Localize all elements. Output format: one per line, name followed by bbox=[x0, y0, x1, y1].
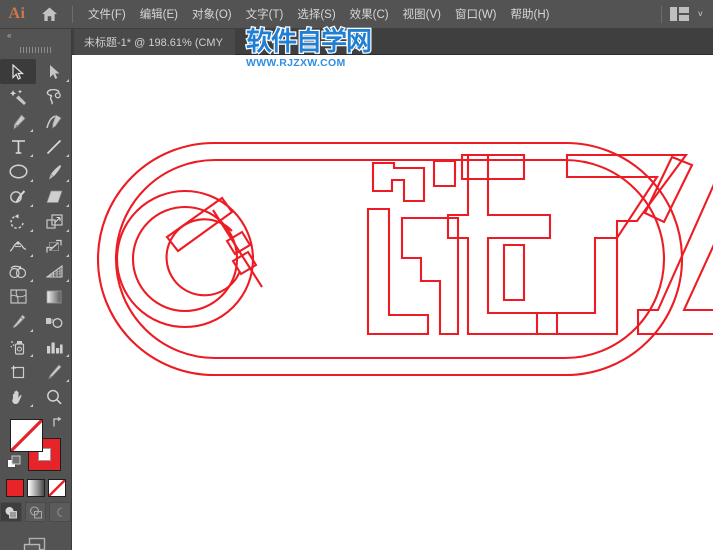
line-segment-tool[interactable] bbox=[36, 134, 72, 159]
selection-tool[interactable] bbox=[0, 59, 36, 84]
fill-stroke-controls bbox=[0, 415, 71, 477]
draw-normal-mode[interactable] bbox=[0, 502, 22, 522]
paintbrush-tool[interactable] bbox=[36, 159, 72, 184]
panel-grip[interactable] bbox=[0, 43, 71, 56]
shape-builder-tool[interactable] bbox=[0, 259, 36, 284]
app-logo: Ai bbox=[0, 5, 34, 23]
shaper-tool[interactable] bbox=[0, 184, 36, 209]
menu-edit[interactable]: 编辑(E) bbox=[133, 2, 185, 26]
menu-item-list: 文件(F) 编辑(E) 对象(O) 文字(T) 选择(S) 效果(C) 视图(V… bbox=[81, 2, 556, 26]
pen-tool[interactable] bbox=[0, 109, 36, 134]
rotate-tool[interactable] bbox=[0, 209, 36, 234]
ellipse-tool[interactable] bbox=[0, 159, 36, 184]
color-mode-row bbox=[0, 479, 71, 497]
chevron-down-icon[interactable]: ˅ bbox=[698, 9, 703, 19]
menu-select[interactable]: 选择(S) bbox=[290, 2, 342, 26]
swap-fill-stroke-icon[interactable] bbox=[52, 416, 65, 431]
draw-mode-row bbox=[0, 502, 71, 522]
home-icon[interactable] bbox=[34, 0, 64, 29]
lasso-tool[interactable] bbox=[36, 84, 72, 109]
scale-tool[interactable] bbox=[36, 209, 72, 234]
menu-help[interactable]: 帮助(H) bbox=[504, 2, 557, 26]
artboard-tool[interactable] bbox=[0, 359, 36, 384]
tool-grid bbox=[0, 56, 71, 409]
gradient-swatch[interactable] bbox=[27, 479, 45, 497]
eraser-tool[interactable] bbox=[36, 184, 72, 209]
menu-bar: Ai 文件(F) 编辑(E) 对象(O) 文字(T) 选择(S) 效果(C) 视… bbox=[0, 0, 713, 29]
curvature-tool[interactable] bbox=[36, 109, 72, 134]
workspace-icon[interactable] bbox=[670, 7, 689, 21]
illustrator-window: Ai 文件(F) 编辑(E) 对象(O) 文字(T) 选择(S) 效果(C) 视… bbox=[0, 0, 713, 550]
width-tool[interactable] bbox=[0, 234, 36, 259]
draw-inside-mode[interactable] bbox=[49, 502, 71, 522]
column-graph-tool[interactable] bbox=[36, 334, 72, 359]
default-fill-stroke-icon[interactable] bbox=[7, 455, 21, 474]
gradient-tool[interactable] bbox=[36, 284, 72, 309]
menu-divider-left bbox=[72, 6, 73, 23]
symbol-sprayer-tool[interactable] bbox=[0, 334, 36, 359]
magic-wand-tool[interactable] bbox=[0, 84, 36, 109]
perspective-grid-tool[interactable] bbox=[36, 259, 72, 284]
tools-panel: « bbox=[0, 29, 72, 550]
collapse-panel-button[interactable]: « bbox=[0, 29, 71, 43]
document-tab-bar: 未标题-1* @ 198.61% (CMY bbox=[72, 29, 713, 55]
color-swatch[interactable] bbox=[6, 479, 24, 497]
change-screen-mode[interactable] bbox=[0, 536, 71, 550]
none-swatch[interactable] bbox=[48, 479, 66, 497]
menu-file[interactable]: 文件(F) bbox=[81, 2, 133, 26]
menu-bar-right: ˅ bbox=[653, 6, 713, 23]
zoom-tool[interactable] bbox=[36, 384, 72, 409]
hand-tool[interactable] bbox=[0, 384, 36, 409]
menu-effect[interactable]: 效果(C) bbox=[343, 2, 396, 26]
draw-behind-mode[interactable] bbox=[25, 502, 47, 522]
fill-swatch[interactable] bbox=[10, 419, 43, 452]
canvas-area[interactable] bbox=[72, 55, 713, 550]
menu-view[interactable]: 视图(V) bbox=[396, 2, 448, 26]
slice-tool[interactable] bbox=[36, 359, 72, 384]
mesh-tool[interactable] bbox=[0, 284, 36, 309]
document-tab[interactable]: 未标题-1* @ 198.61% (CMY bbox=[74, 29, 235, 55]
direct-selection-tool[interactable] bbox=[36, 59, 72, 84]
type-tool[interactable] bbox=[0, 134, 36, 159]
blend-tool[interactable] bbox=[36, 309, 72, 334]
menu-divider-right bbox=[661, 6, 662, 23]
menu-type[interactable]: 文字(T) bbox=[239, 2, 291, 26]
artwork-eleme-logo[interactable] bbox=[72, 55, 713, 550]
eyedropper-tool[interactable] bbox=[0, 309, 36, 334]
menu-object[interactable]: 对象(O) bbox=[185, 2, 239, 26]
free-transform-tool[interactable] bbox=[36, 234, 72, 259]
menu-window[interactable]: 窗口(W) bbox=[448, 2, 504, 26]
